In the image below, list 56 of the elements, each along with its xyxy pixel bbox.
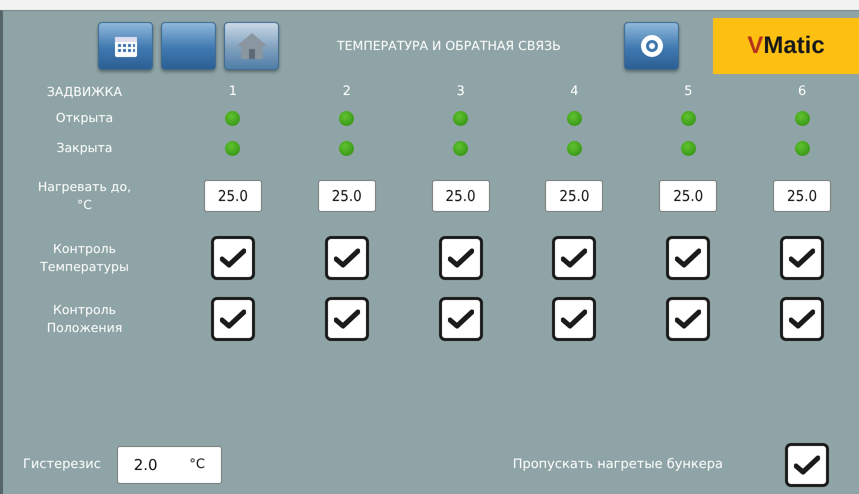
valve-number: 3 [456, 83, 465, 102]
checkbox[interactable] [210, 297, 255, 341]
hysteresis-label: Гистерезис [23, 456, 101, 474]
checkmark-icon [220, 309, 246, 329]
row-label: Закрыта [56, 138, 114, 157]
brand-logo: VMatic [713, 18, 859, 74]
checkbox[interactable] [552, 236, 596, 280]
checkbox[interactable] [438, 236, 483, 280]
valve-number: 4 [570, 83, 579, 102]
checkbox[interactable] [666, 236, 710, 280]
checkmark-icon [561, 248, 588, 268]
checkmark-icon [448, 248, 474, 268]
calendar-button[interactable] [98, 22, 153, 70]
checkmark-icon [789, 248, 816, 268]
checkbox[interactable] [438, 297, 483, 341]
temperature-field[interactable]: 25.0 [204, 180, 262, 212]
checkbox[interactable] [780, 297, 824, 341]
row-label: Открыта [54, 108, 114, 127]
skip-heated-label: Пропускать нагретые бункера [512, 456, 723, 474]
checkbox[interactable] [666, 297, 710, 341]
checkmark-icon [220, 248, 246, 268]
field-value: 2.0 [134, 454, 158, 476]
checkbox[interactable] [324, 236, 369, 280]
checkmark-icon [334, 248, 360, 268]
valve-number: 1 [228, 83, 238, 102]
checkmark-icon [448, 309, 474, 329]
home-icon [234, 31, 268, 61]
checkmark-icon [561, 309, 588, 329]
home-button[interactable] [224, 22, 279, 70]
screen-title: ТЕМПЕРАТУРА И ОБРАТНАЯ СВЯЗЬ [337, 36, 562, 55]
settings-button[interactable] [624, 22, 679, 70]
checkmark-icon [675, 248, 702, 268]
checkbox[interactable] [780, 236, 824, 280]
checkbox[interactable] [552, 297, 596, 341]
checkbox[interactable] [210, 236, 255, 280]
checkmark-icon [334, 309, 360, 329]
temperature-field[interactable]: 25.0 [659, 180, 718, 212]
valve-number: 6 [798, 83, 806, 102]
temperature-field[interactable]: 25.0 [318, 180, 376, 212]
row-label: Контроль Температуры [39, 240, 130, 276]
row-label: ЗАДВИЖКА [46, 82, 124, 101]
temperature-field[interactable]: 25.0 [545, 180, 604, 212]
checkmark-icon [789, 309, 816, 329]
row-label: Нагревать до,°C [36, 178, 132, 214]
temperature-field[interactable]: 25.0 [773, 180, 832, 212]
temperature-field[interactable]: 25.0 [432, 180, 490, 212]
valve-number: 5 [684, 83, 692, 102]
hysteresis-field[interactable]: 2.0 °C [116, 446, 222, 484]
blank-button[interactable] [161, 22, 216, 70]
checkmark-icon [794, 455, 820, 475]
unit-label: °C [189, 456, 205, 474]
checkmark-icon [675, 309, 702, 329]
valve-number: 2 [342, 83, 351, 102]
row-label: Контроль Положения [46, 300, 124, 337]
checkbox[interactable] [785, 443, 829, 487]
checkbox[interactable] [324, 297, 369, 341]
